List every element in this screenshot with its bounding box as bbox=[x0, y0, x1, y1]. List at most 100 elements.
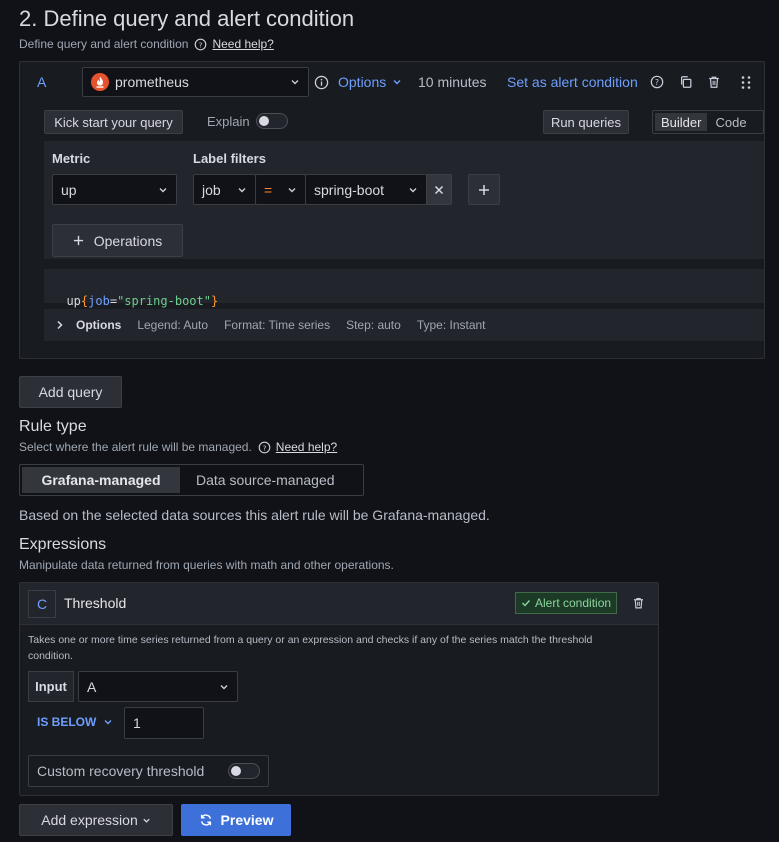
metric-label: Metric bbox=[52, 151, 91, 166]
chevron-right-icon bbox=[56, 320, 64, 330]
preview-metric: up bbox=[66, 294, 81, 308]
duplicate-icon[interactable] bbox=[679, 75, 693, 89]
preview-eq: = bbox=[109, 294, 118, 308]
expression-description: Takes one or more time series returned f… bbox=[28, 634, 593, 662]
rule-type-switch: Grafana-managed Data source-managed bbox=[19, 464, 364, 496]
set-alert-condition-link[interactable]: Set as alert condition bbox=[507, 74, 638, 90]
chevron-down-icon bbox=[290, 77, 300, 87]
svg-text:?: ? bbox=[655, 78, 659, 87]
metric-select[interactable]: up bbox=[52, 174, 177, 205]
remove-filter-button[interactable] bbox=[426, 174, 452, 205]
help-icon: ? bbox=[258, 441, 271, 454]
page-title: 2. Define query and alert condition bbox=[19, 6, 355, 31]
rule-type-grafana-option[interactable]: Grafana-managed bbox=[22, 467, 180, 493]
svg-text:?: ? bbox=[199, 40, 203, 49]
condition-select[interactable]: IS BELOW bbox=[37, 715, 113, 729]
label-key-value: job bbox=[202, 181, 221, 198]
expression-input-select[interactable]: A bbox=[78, 671, 238, 702]
rule-type-note: Based on the selected data sources this … bbox=[19, 507, 490, 523]
expressions-subtitle: Manipulate data returned from queries wi… bbox=[19, 558, 394, 572]
explain-toggle[interactable] bbox=[256, 113, 288, 129]
chevron-down-icon bbox=[237, 185, 247, 195]
recovery-threshold-label: Custom recovery threshold bbox=[37, 763, 205, 779]
query-options-label: Options bbox=[338, 74, 387, 90]
threshold-input[interactable] bbox=[124, 707, 204, 739]
label-filters-label: Label filters bbox=[193, 151, 266, 166]
expression-name: Threshold bbox=[64, 595, 127, 611]
help-icon[interactable]: ? bbox=[650, 75, 664, 89]
expression-ref-id[interactable]: C bbox=[28, 590, 56, 618]
rule-type-help-link[interactable]: Need help? bbox=[276, 440, 337, 454]
help-link[interactable]: Need help? bbox=[212, 37, 273, 51]
options-step: Step: auto bbox=[346, 318, 401, 332]
preview-label: Preview bbox=[220, 812, 274, 828]
drag-handle-icon[interactable] bbox=[740, 75, 752, 90]
expressions-title: Expressions bbox=[19, 536, 107, 553]
datasource-name: prometheus bbox=[115, 74, 189, 90]
chevron-down-icon bbox=[142, 816, 151, 825]
editor-mode-switch: Builder Code bbox=[652, 110, 764, 134]
label-value-select[interactable]: spring-boot bbox=[305, 174, 427, 205]
run-queries-button[interactable]: Run queries bbox=[543, 110, 629, 134]
mode-code-tab[interactable]: Code bbox=[707, 113, 754, 131]
mode-builder-tab[interactable]: Builder bbox=[655, 113, 708, 131]
help-icon: ? bbox=[194, 38, 207, 51]
explain-label: Explain bbox=[207, 114, 250, 129]
info-icon[interactable] bbox=[314, 75, 329, 90]
chevron-down-icon bbox=[103, 717, 113, 727]
preview-button[interactable]: Preview bbox=[181, 804, 291, 836]
options-format: Format: Time series bbox=[224, 318, 331, 332]
time-range: 10 minutes bbox=[418, 74, 487, 90]
preview-close-brace: } bbox=[210, 294, 219, 308]
preview-key: job bbox=[88, 294, 110, 308]
svg-text:?: ? bbox=[262, 443, 266, 452]
query-options-toggle[interactable]: Options bbox=[338, 74, 402, 90]
chevron-down-icon bbox=[158, 185, 168, 195]
chevron-down-icon bbox=[219, 682, 229, 692]
refresh-icon bbox=[199, 813, 213, 827]
label-operator-select[interactable]: = bbox=[255, 174, 306, 205]
recovery-threshold-row: Custom recovery threshold bbox=[28, 755, 269, 787]
check-icon bbox=[521, 598, 531, 608]
options-legend: Legend: Auto bbox=[137, 318, 209, 332]
input-label: Input bbox=[28, 671, 74, 702]
rule-type-subtitle: Select where the alert rule will be mana… bbox=[19, 440, 252, 454]
condition-value: IS BELOW bbox=[37, 715, 97, 729]
alert-condition-badge: Alert condition bbox=[515, 592, 618, 614]
chevron-down-icon bbox=[287, 185, 297, 195]
rule-type-title: Rule type bbox=[19, 418, 87, 435]
add-query-button[interactable]: Add query bbox=[19, 376, 122, 408]
operations-button[interactable]: Operations bbox=[52, 224, 183, 257]
kick-start-button[interactable]: Kick start your query bbox=[44, 110, 183, 134]
query-preview: up{job="spring-boot"} bbox=[44, 269, 764, 308]
add-filter-button[interactable] bbox=[468, 174, 500, 205]
alert-badge-label: Alert condition bbox=[535, 596, 612, 610]
prometheus-icon bbox=[91, 73, 109, 91]
page-subtitle: Define query and alert condition bbox=[19, 37, 189, 51]
plus-icon bbox=[73, 235, 84, 246]
subtitle-row: Define query and alert condition ? Need … bbox=[19, 37, 274, 51]
trash-icon[interactable] bbox=[632, 596, 645, 610]
expression-input-value: A bbox=[87, 678, 97, 695]
chevron-down-icon bbox=[408, 185, 418, 195]
label-key-select[interactable]: job bbox=[193, 174, 256, 205]
options-row-label: Options bbox=[76, 318, 122, 332]
plus-icon bbox=[478, 184, 490, 196]
rule-type-subtitle-row: Select where the alert rule will be mana… bbox=[19, 440, 337, 454]
close-icon bbox=[434, 185, 444, 195]
label-operator-value: = bbox=[264, 181, 273, 198]
metric-value: up bbox=[61, 181, 77, 198]
label-value-value: spring-boot bbox=[314, 181, 385, 198]
preview-value: "spring-boot" bbox=[117, 294, 211, 308]
chevron-down-icon bbox=[392, 77, 402, 87]
options-type: Type: Instant bbox=[416, 318, 486, 332]
trash-icon[interactable] bbox=[707, 75, 721, 89]
query-options-row[interactable]: Options Legend: Auto Format: Time series… bbox=[44, 309, 764, 341]
rule-type-datasource-option[interactable]: Data source-managed bbox=[180, 467, 351, 493]
recovery-threshold-toggle[interactable] bbox=[228, 763, 260, 779]
operations-label: Operations bbox=[93, 232, 163, 249]
add-expression-label: Add expression bbox=[41, 812, 138, 828]
add-expression-button[interactable]: Add expression bbox=[19, 804, 173, 836]
datasource-select[interactable]: prometheus bbox=[82, 67, 309, 97]
query-ref-id[interactable]: A bbox=[37, 74, 46, 90]
